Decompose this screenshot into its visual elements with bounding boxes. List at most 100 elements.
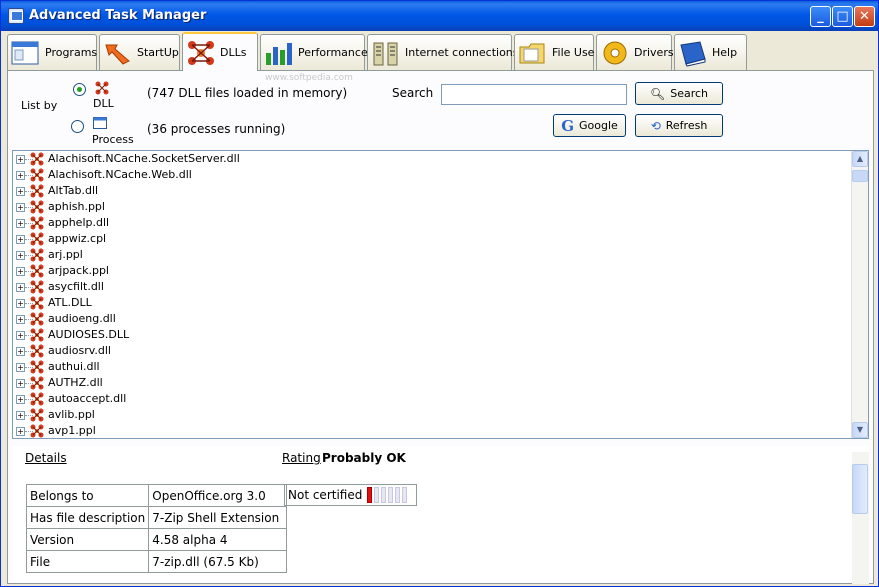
expand-icon[interactable]: +: [16, 347, 25, 356]
search-label: Search: [392, 86, 434, 100]
details-link[interactable]: Details: [25, 451, 67, 465]
dll-name: authui.dll: [48, 360, 100, 373]
tab-internet-connections[interactable]: Internet connections: [367, 34, 519, 70]
expand-icon[interactable]: +: [16, 427, 25, 436]
rating-link[interactable]: Rating: [282, 451, 321, 465]
search-button[interactable]: 🔍︎ Search: [635, 82, 723, 105]
search-input[interactable]: [441, 84, 627, 105]
list-item[interactable]: + audiosrv.dll: [13, 343, 848, 359]
dll-icon: [30, 296, 44, 310]
list-item[interactable]: + authui.dll: [13, 359, 848, 375]
expand-icon[interactable]: +: [16, 171, 25, 180]
expand-icon[interactable]: +: [16, 203, 25, 212]
dll-name: Alachisoft.NCache.Web.dll: [48, 168, 192, 181]
tab-strip: Programs StartUp DLLs Performance Intern…: [1, 32, 878, 71]
certification-box: Not certified: [284, 484, 417, 506]
list-item[interactable]: + Alachisoft.NCache.Web.dll: [13, 167, 848, 183]
list-item[interactable]: + appwiz.cpl: [13, 231, 848, 247]
file-use-icon: [518, 39, 548, 67]
dll-icon: [30, 424, 44, 438]
programs-icon: [11, 39, 41, 67]
expand-icon[interactable]: +: [16, 267, 25, 276]
expand-icon[interactable]: +: [16, 331, 25, 340]
list-item[interactable]: + asycfilt.dll: [13, 279, 848, 295]
list-item[interactable]: + apphelp.dll: [13, 215, 848, 231]
tab-file-use[interactable]: File Use: [514, 34, 594, 70]
list-item[interactable]: + avp1.ppl: [13, 423, 848, 438]
radio-dll[interactable]: [73, 83, 86, 96]
process-count-text: (36 processes running): [147, 122, 286, 136]
expand-icon[interactable]: +: [16, 411, 25, 420]
dll-name: arj.ppl: [48, 248, 83, 261]
dll-icon: [30, 280, 44, 294]
expand-icon[interactable]: +: [16, 187, 25, 196]
list-item[interactable]: + audioeng.dll: [13, 311, 848, 327]
table-row: Belongs to OpenOffice.org 3.0: [25, 484, 288, 507]
expand-icon[interactable]: +: [16, 299, 25, 308]
detail-value: OpenOffice.org 3.0: [148, 484, 288, 507]
minimize-button[interactable]: _: [810, 6, 831, 27]
dll-name: Alachisoft.NCache.SocketServer.dll: [48, 152, 240, 165]
rating-value: Probably OK: [322, 451, 406, 465]
expand-icon[interactable]: +: [16, 363, 25, 372]
rating-meter: [367, 487, 408, 503]
tab-startup[interactable]: StartUp: [99, 34, 180, 70]
radio-process[interactable]: [71, 120, 84, 133]
process-option-label: Process: [92, 133, 134, 146]
list-item[interactable]: + aphish.ppl: [13, 199, 848, 215]
list-by-label: List by: [21, 99, 58, 112]
list-item[interactable]: + autoaccept.dll: [13, 391, 848, 407]
list-item[interactable]: + AltTab.dll: [13, 183, 848, 199]
list-item[interactable]: + arj.ppl: [13, 247, 848, 263]
dll-name: arjpack.ppl: [48, 264, 109, 277]
list-item[interactable]: + arjpack.ppl: [13, 263, 848, 279]
list-item[interactable]: + Alachisoft.NCache.SocketServer.dll: [13, 151, 848, 167]
list-item[interactable]: + AUTHZ.dll: [13, 375, 848, 391]
expand-icon[interactable]: +: [16, 219, 25, 228]
detail-value: 7-zip.dll (67.5 Kb): [148, 550, 288, 573]
refresh-button[interactable]: ⟲ Refresh: [635, 114, 723, 137]
dll-icon: [30, 232, 44, 246]
expand-icon[interactable]: +: [16, 315, 25, 324]
list-item[interactable]: + ATL.DLL: [13, 295, 848, 311]
tree-scrollbar[interactable]: ▲ ▼: [851, 151, 868, 438]
scroll-up-button[interactable]: ▲: [852, 151, 868, 167]
table-row: Has file description 7-Zip Shell Extensio…: [25, 506, 288, 529]
list-item[interactable]: + avlib.ppl: [13, 407, 848, 423]
list-item[interactable]: + AUDIOSES.DLL: [13, 327, 848, 343]
tab-performance[interactable]: Performance: [260, 34, 368, 70]
details-scrollbar[interactable]: [852, 452, 869, 584]
expand-icon[interactable]: +: [16, 283, 25, 292]
dll-icon: [30, 360, 44, 374]
title-bar[interactable]: Advanced Task Manager _ □ ✕: [1, 1, 878, 31]
tab-drivers[interactable]: Drivers: [596, 34, 674, 70]
expand-icon[interactable]: +: [16, 155, 25, 164]
details-scroll-thumb[interactable]: [852, 464, 868, 514]
dlls-panel: List by DLL Process (747 DLL files loade…: [7, 70, 874, 584]
tab-dlls[interactable]: DLLs: [182, 32, 258, 71]
expand-icon[interactable]: +: [16, 379, 25, 388]
tab-help[interactable]: Help: [674, 34, 747, 70]
scroll-thumb[interactable]: [852, 170, 868, 182]
app-icon: [8, 8, 24, 24]
maximize-button[interactable]: □: [832, 6, 853, 27]
expand-icon[interactable]: +: [16, 251, 25, 260]
expand-icon[interactable]: +: [16, 235, 25, 244]
watermark: www.softpedia.com: [265, 73, 353, 83]
dll-tree[interactable]: + Alachisoft.NCache.SocketServer.dll + Alac…: [12, 150, 869, 439]
expand-icon[interactable]: +: [16, 395, 25, 404]
help-icon: [678, 39, 708, 67]
close-button[interactable]: ✕: [854, 6, 875, 27]
table-row: Version 4.58 alpha 4: [25, 528, 288, 551]
tab-programs[interactable]: Programs: [7, 34, 97, 70]
scroll-down-button[interactable]: ▼: [852, 422, 868, 438]
dll-icon: [30, 248, 44, 262]
dll-icon: [30, 264, 44, 278]
rating-bar-segment: [395, 487, 401, 503]
dll-name: avlib.ppl: [48, 408, 95, 421]
google-button[interactable]: G Google: [553, 114, 626, 137]
dll-name: asycfilt.dll: [48, 280, 104, 293]
certification-text: Not certified: [288, 488, 363, 502]
rating-bar-segment: [374, 487, 380, 503]
dll-option-icon: [95, 81, 109, 95]
